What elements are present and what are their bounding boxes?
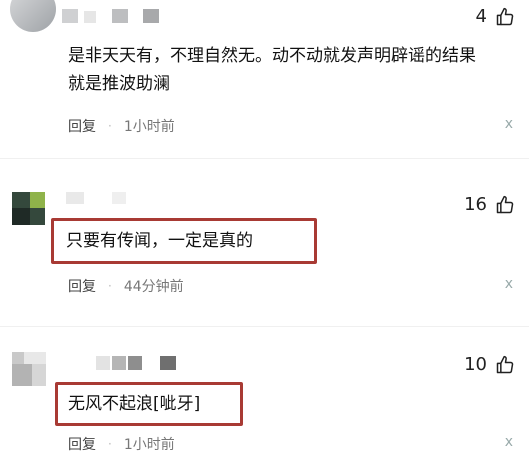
thumbs-up-icon[interactable] — [495, 355, 515, 375]
reply-button[interactable]: 回复 — [68, 434, 96, 454]
username-redacted — [112, 192, 126, 204]
avatar[interactable] — [10, 0, 56, 32]
timestamp: 1小时前 — [123, 119, 175, 135]
username-redacted — [160, 356, 176, 370]
timestamp: 1小时前 — [123, 437, 175, 453]
comment-text: 是非天天有，不理自然无。动不动就发声明辟谣的结果 就是推波助澜 — [68, 42, 523, 98]
username-redacted — [112, 356, 126, 370]
reply-button[interactable]: 回复 — [68, 276, 96, 296]
close-icon[interactable]: ⅹ — [505, 116, 513, 132]
close-icon[interactable]: ⅹ — [505, 434, 513, 450]
username-redacted — [143, 9, 159, 23]
like-count-value: 16 — [464, 194, 487, 215]
timestamp: 44分钟前 — [123, 279, 184, 295]
comment-item: 16 只要有传闻，一定是真的 回复 · 44分钟前 ⅹ — [0, 180, 529, 320]
divider — [0, 158, 529, 159]
username-redacted[interactable] — [62, 9, 78, 23]
separator-dot: · — [108, 279, 112, 293]
comment-meta: 回复 · 1小时前 — [68, 434, 175, 454]
like-count[interactable]: 4 — [476, 6, 515, 27]
username-redacted — [84, 11, 96, 23]
separator-dot: · — [108, 437, 112, 451]
like-count-value: 10 — [464, 354, 487, 375]
thumbs-up-icon[interactable] — [495, 7, 515, 27]
comment-item: 4 是非天天有，不理自然无。动不动就发声明辟谣的结果 就是推波助澜 回复 · 1… — [0, 0, 529, 150]
comment-text: 只要有传闻，一定是真的 — [66, 231, 253, 251]
comment-text-line: 就是推波助澜 — [68, 74, 170, 94]
comment-text-line: 是非天天有，不理自然无。动不动就发声明辟谣的结果 — [68, 46, 476, 66]
like-count-value: 4 — [475, 6, 487, 27]
thumbs-up-icon[interactable] — [495, 195, 515, 215]
reply-button[interactable]: 回复 — [68, 116, 96, 136]
username-redacted[interactable] — [66, 192, 84, 204]
close-icon[interactable]: ⅹ — [505, 276, 513, 292]
avatar[interactable] — [12, 352, 46, 386]
divider — [0, 326, 529, 327]
avatar[interactable] — [12, 192, 45, 225]
separator-dot: · — [108, 119, 112, 133]
comment-meta: 回复 · 1小时前 — [68, 116, 175, 136]
comment-text: 无风不起浪[呲牙] — [68, 394, 201, 414]
comment-meta: 回复 · 44分钟前 — [68, 276, 184, 296]
comment-item: 10 无风不起浪[呲牙] 回复 · 1小时前 ⅹ — [0, 340, 529, 453]
like-count[interactable]: 16 — [464, 194, 515, 215]
username-redacted[interactable] — [96, 356, 110, 370]
username-redacted — [112, 9, 128, 23]
username-redacted — [128, 356, 142, 370]
like-count[interactable]: 10 — [464, 354, 515, 375]
